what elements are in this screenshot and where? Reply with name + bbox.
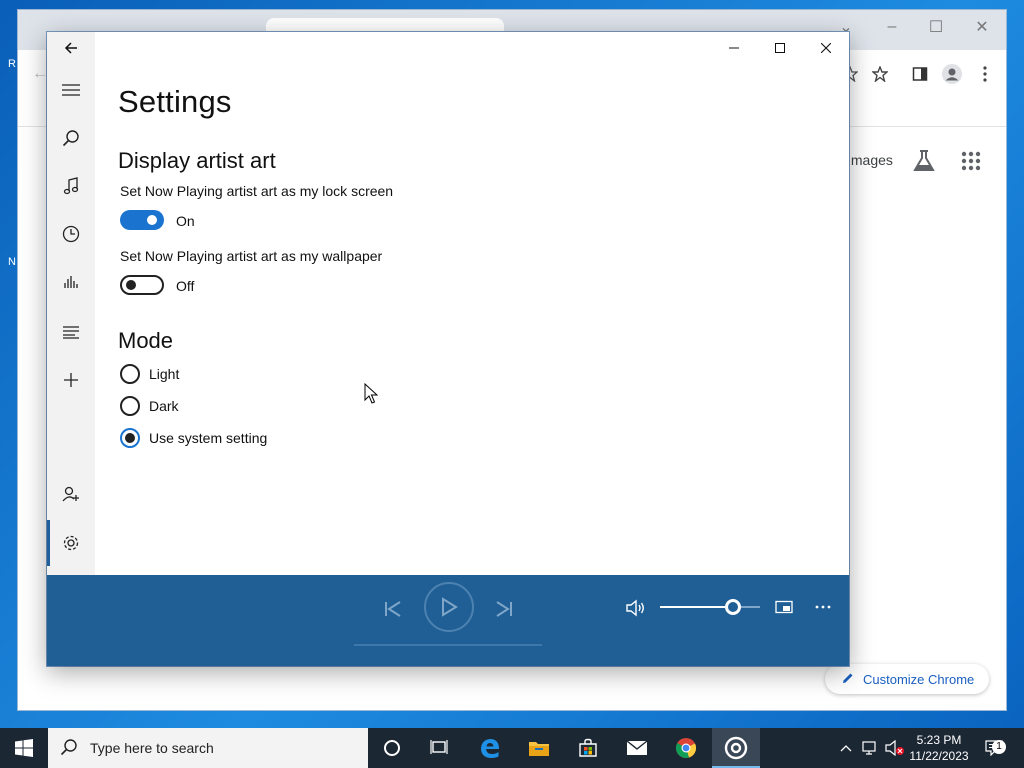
mode-option-label: Light (149, 366, 180, 382)
player-bar (47, 575, 849, 666)
search-icon[interactable] (47, 118, 95, 158)
nav-rail (47, 32, 95, 575)
show-hidden-icons-chevron-icon[interactable] (836, 728, 856, 768)
previous-track-icon[interactable] (379, 595, 407, 623)
volume-muted-icon[interactable] (884, 728, 906, 768)
hamburger-menu-icon[interactable] (47, 70, 95, 110)
play-button[interactable] (424, 582, 474, 632)
next-track-icon[interactable] (490, 595, 518, 623)
wallpaper-toggle-state: Off (176, 278, 195, 294)
customize-chrome-button[interactable]: Customize Chrome (825, 664, 989, 694)
images-link[interactable]: Images (847, 152, 893, 168)
volume-thumb[interactable] (725, 599, 741, 615)
taskbar: Type here to search 5:23 PM 11/22/2023 1 (0, 728, 1024, 768)
groove-music-icon[interactable] (712, 728, 760, 768)
task-view-icon[interactable] (417, 728, 463, 768)
lock-screen-toggle[interactable] (120, 210, 164, 230)
wallpaper-toggle[interactable] (120, 275, 164, 295)
radio-button[interactable] (120, 396, 140, 416)
back-arrow-icon[interactable] (47, 32, 95, 64)
mouse-cursor-icon (364, 382, 379, 405)
playlists-icon[interactable] (47, 312, 95, 352)
taskbar-clock[interactable]: 5:23 PM 11/22/2023 (904, 732, 974, 764)
progress-track[interactable] (354, 644, 542, 646)
lock-screen-toggle-state: On (176, 213, 195, 229)
wallpaper-label: Set Now Playing artist art as my wallpap… (120, 248, 383, 264)
settings-gear-icon[interactable] (47, 523, 95, 563)
lock-screen-label: Set Now Playing artist art as my lock sc… (120, 183, 394, 199)
chrome-menu-icon[interactable] (973, 62, 997, 86)
radio-button-selected[interactable] (120, 428, 140, 448)
volume-slider[interactable] (660, 597, 760, 617)
search-icon (60, 738, 78, 759)
now-playing-bars-icon[interactable] (47, 262, 95, 302)
bookmark-star-icon[interactable] (868, 62, 892, 86)
new-playlist-plus-icon[interactable] (47, 360, 95, 400)
volume-fill (660, 606, 725, 608)
desktop: R N ⌄ – ☐ ✕ ← Images Customize Chrome Se… (0, 0, 1024, 728)
music-app-window: Settings Display artist art Set Now Play… (47, 32, 849, 666)
radio-button[interactable] (120, 364, 140, 384)
toggle-knob (126, 280, 136, 290)
mode-option-label: Dark (149, 398, 179, 414)
more-options-icon[interactable] (811, 595, 835, 619)
recent-clock-icon[interactable] (47, 214, 95, 254)
settings-content: Settings Display artist art Set Now Play… (118, 32, 818, 575)
network-icon[interactable] (860, 728, 882, 768)
pencil-icon (841, 671, 855, 688)
side-panel-icon[interactable] (908, 62, 932, 86)
profile-avatar-icon[interactable] (940, 62, 964, 86)
cortana-circle-icon[interactable] (369, 728, 415, 768)
customize-chrome-label: Customize Chrome (863, 671, 975, 687)
volume-icon[interactable] (623, 595, 649, 621)
chrome-close-button[interactable]: ✕ (960, 16, 1004, 38)
mode-heading: Mode (118, 328, 174, 353)
volume-track (741, 606, 760, 608)
mode-radio-light[interactable]: Light (120, 363, 179, 385)
mode-option-label: Use system setting (149, 430, 268, 446)
microsoft-store-icon[interactable] (565, 728, 611, 768)
mode-radio-dark[interactable]: Dark (120, 395, 179, 417)
edge-browser-icon[interactable] (467, 728, 513, 768)
chrome-maximize-button[interactable]: ☐ (914, 16, 958, 38)
clock-time: 5:23 PM (916, 733, 962, 747)
desktop-icon-label: R (8, 58, 16, 70)
mini-player-icon[interactable] (772, 595, 796, 619)
start-windows-icon[interactable] (0, 728, 48, 768)
taskbar-search-box[interactable]: Type here to search (48, 728, 368, 768)
desktop-icon-label: N (8, 256, 16, 268)
taskbar-search-placeholder: Type here to search (90, 740, 214, 756)
mail-icon[interactable] (614, 728, 660, 768)
labs-flask-icon[interactable] (911, 148, 937, 174)
clock-date: 11/22/2023 (909, 749, 969, 763)
notification-count-badge: 1 (992, 740, 1006, 754)
music-note-icon[interactable] (47, 166, 95, 206)
mode-radio-system[interactable]: Use system setting (120, 427, 267, 449)
page-title: Settings (118, 84, 232, 119)
play-icon (442, 597, 458, 617)
chrome-minimize-button[interactable]: – (870, 16, 914, 38)
google-apps-icon[interactable] (960, 150, 982, 172)
add-account-icon[interactable] (47, 474, 95, 514)
chrome-browser-icon[interactable] (663, 728, 709, 768)
toggle-knob (147, 215, 157, 225)
display-artist-art-heading: Display artist art (118, 148, 276, 173)
file-explorer-icon[interactable] (516, 728, 562, 768)
